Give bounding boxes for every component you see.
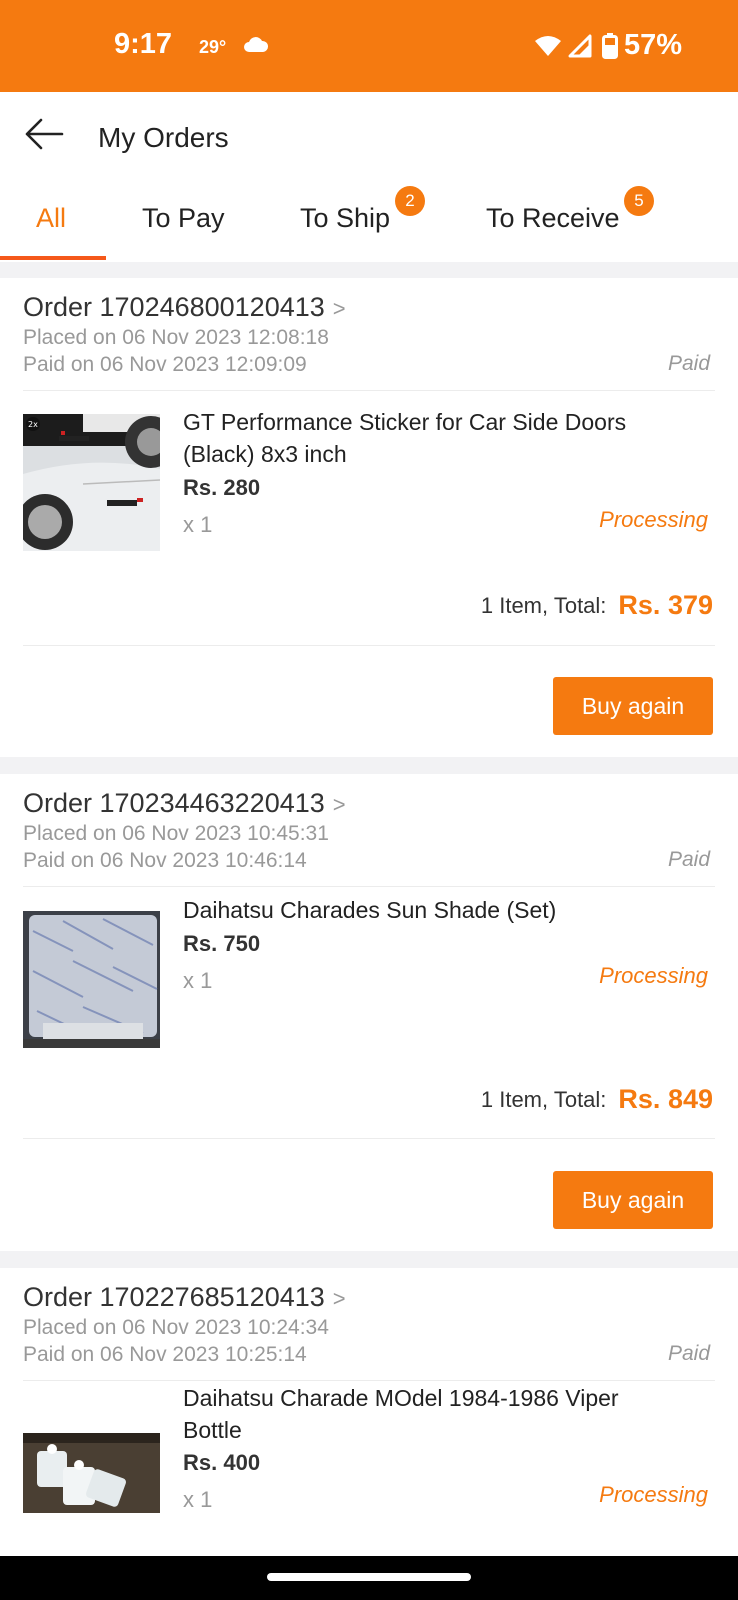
product-quantity: x 1 (183, 1487, 213, 1512)
arrow-left-icon[interactable] (24, 118, 64, 150)
placed-date: Placed on 06 Nov 2023 12:08:18 (23, 326, 329, 349)
tab-to-receive[interactable]: To Receive (486, 203, 620, 234)
divider (23, 390, 715, 391)
product-price: Rs. 280 (183, 475, 261, 500)
home-gesture-handle[interactable] (267, 1573, 471, 1581)
product-name[interactable]: Daihatsu Charades Sun Shade (Set) (183, 894, 683, 926)
item-status: Processing (599, 963, 708, 988)
order-card: Order 170246800120413 > Placed on 06 Nov … (0, 278, 738, 757)
temperature: 29° (199, 37, 227, 57)
buy-again-button[interactable]: Buy again (553, 1171, 713, 1229)
product-quantity: x 1 (183, 968, 213, 993)
chevron-right-icon: > (332, 296, 346, 321)
divider (23, 1138, 715, 1139)
product-image[interactable] (23, 911, 160, 1048)
status-bar: 9:17 29° 57% (0, 0, 738, 92)
product-price: Rs. 750 (183, 931, 261, 956)
order-card: Order 170227685120413 > Placed on 06 Nov … (0, 1268, 738, 1556)
buy-again-button[interactable]: Buy again (553, 677, 713, 735)
product-name[interactable]: GT Performance Sticker for Car Side Door… (183, 406, 683, 470)
signal-icon (568, 34, 592, 58)
system-navigation-bar (0, 1556, 738, 1600)
app-header: My Orders All To Pay To Ship 2 To Receiv… (0, 92, 738, 262)
payment-status: Paid (667, 848, 710, 871)
wifi-icon (535, 36, 561, 56)
cloud-icon (244, 37, 269, 52)
tab-to-ship[interactable]: To Ship (300, 203, 390, 234)
total-amount: Rs. 379 (618, 590, 713, 620)
total-amount: Rs. 849 (618, 1084, 713, 1114)
to-ship-count-badge: 2 (395, 186, 425, 216)
thumb-badge: 2x (28, 420, 38, 429)
active-tab-indicator (0, 256, 106, 260)
total-label: 1 Item, Total: (480, 1086, 607, 1112)
tab-to-pay[interactable]: To Pay (142, 203, 225, 234)
order-total: 1 Item, Total: Rs. 849 (481, 1084, 713, 1115)
order-total: 1 Item, Total: Rs. 379 (481, 590, 713, 621)
battery-percentage: 57% (624, 29, 683, 61)
clock: 9:17 (114, 28, 173, 60)
order-number: Order 170246800120413 (23, 292, 325, 322)
paid-date: Paid on 06 Nov 2023 12:09:09 (23, 353, 307, 376)
product-image[interactable] (23, 1433, 160, 1513)
divider (23, 886, 715, 887)
placed-date: Placed on 06 Nov 2023 10:24:34 (23, 1316, 329, 1339)
divider (23, 645, 715, 646)
paid-date: Paid on 06 Nov 2023 10:25:14 (23, 1343, 307, 1366)
paid-date: Paid on 06 Nov 2023 10:46:14 (23, 849, 307, 872)
order-number-link[interactable]: Order 170234463220413 > (23, 788, 346, 819)
order-number: Order 170234463220413 (23, 788, 325, 818)
placed-date: Placed on 06 Nov 2023 10:45:31 (23, 822, 329, 845)
to-receive-count-badge: 5 (624, 186, 654, 216)
tab-all[interactable]: All (36, 203, 66, 234)
order-number-link[interactable]: Order 170246800120413 > (23, 292, 346, 323)
product-name[interactable]: Daihatsu Charade MOdel 1984-1986 Viper B… (183, 1382, 683, 1446)
chevron-right-icon: > (332, 1286, 346, 1311)
order-card: Order 170234463220413 > Placed on 06 Nov … (0, 774, 738, 1251)
order-number: Order 170227685120413 (23, 1282, 325, 1312)
total-label: 1 Item, Total: (480, 592, 607, 618)
item-status: Processing (599, 507, 708, 532)
product-image[interactable]: 2x (23, 414, 160, 551)
order-number-link[interactable]: Order 170227685120413 > (23, 1282, 346, 1313)
product-quantity: x 1 (183, 512, 213, 537)
divider (23, 1380, 715, 1381)
page-title: My Orders (98, 122, 229, 153)
payment-status: Paid (667, 352, 710, 375)
product-price: Rs. 400 (183, 1450, 261, 1475)
payment-status: Paid (667, 1342, 710, 1365)
item-status: Processing (599, 1482, 708, 1507)
battery-icon (602, 33, 618, 59)
chevron-right-icon: > (332, 792, 346, 817)
